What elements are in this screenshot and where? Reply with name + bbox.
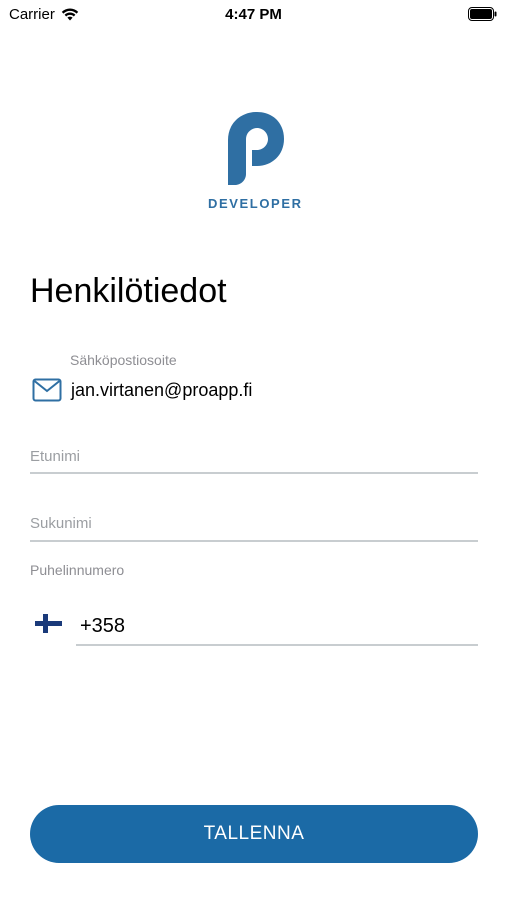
email-value: jan.virtanen@proapp.fi (71, 379, 253, 400)
app-logo: DEVELOPER (208, 110, 303, 215)
status-time: 4:47 PM (225, 6, 282, 23)
mail-icon (32, 378, 62, 402)
logo-text: DEVELOPER (208, 196, 303, 211)
page-title: Henkilötiedot (30, 272, 227, 310)
last-name-input[interactable] (30, 510, 478, 542)
email-label: Sähköpostiosoite (70, 352, 177, 368)
save-button[interactable]: TALLENNA (30, 805, 478, 863)
email-row: jan.virtanen@proapp.fi (32, 378, 252, 402)
phone-label: Puhelinnumero (30, 562, 125, 578)
logo-p-icon (228, 112, 284, 185)
finland-flag-icon[interactable] (35, 614, 62, 633)
phone-input[interactable] (76, 608, 478, 646)
first-name-input[interactable] (30, 444, 478, 474)
status-bar: Carrier 4:47 PM (0, 0, 507, 30)
battery-icon (468, 7, 497, 21)
